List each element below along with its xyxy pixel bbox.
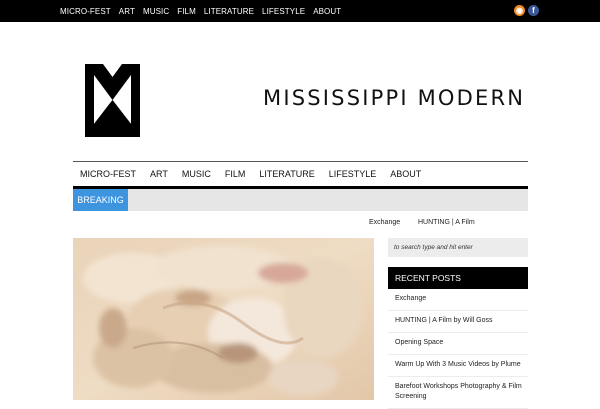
- featured-painting: [73, 238, 374, 400]
- main-nav-about[interactable]: ABOUT: [383, 169, 428, 179]
- recent-post-item[interactable]: Opening Space: [388, 333, 528, 355]
- search-input[interactable]: [388, 238, 528, 257]
- main-nav-literature[interactable]: LITERATURE: [252, 169, 321, 179]
- main-nav: MICRO-FEST ART MUSIC FILM LITERATURE LIF…: [73, 161, 528, 190]
- recent-post-item[interactable]: HUNTING | A Film by Will Goss: [388, 311, 528, 333]
- top-nav-lifestyle[interactable]: LIFESTYLE: [262, 7, 305, 16]
- recent-posts-heading: RECENT POSTS: [388, 267, 528, 289]
- site-logo[interactable]: [85, 64, 140, 142]
- main-nav-music[interactable]: MUSIC: [175, 169, 218, 179]
- recent-post-item[interactable]: Warm Up With 3 Music Videos by Plume: [388, 355, 528, 377]
- top-bar: MICRO-FEST ART MUSIC FILM LITERATURE LIF…: [0, 0, 600, 22]
- breaking-bar: BREAKING: [73, 189, 528, 211]
- main-nav-art[interactable]: ART: [143, 169, 175, 179]
- ticker-item-hunting[interactable]: HUNTING | A Film: [418, 219, 475, 226]
- top-nav: MICRO-FEST ART MUSIC FILM LITERATURE LIF…: [60, 0, 349, 22]
- main-nav-film[interactable]: FILM: [218, 169, 253, 179]
- top-nav-art[interactable]: ART: [119, 7, 135, 16]
- top-nav-literature[interactable]: LITERATURE: [204, 7, 254, 16]
- facebook-icon[interactable]: f: [528, 5, 539, 16]
- recent-post-item[interactable]: Barefoot Workshops Photography & Film Sc…: [388, 377, 528, 409]
- breaking-label: BREAKING: [73, 189, 128, 211]
- top-nav-film[interactable]: FILM: [177, 7, 196, 16]
- rss-icon[interactable]: ◉: [514, 5, 525, 16]
- featured-image[interactable]: [73, 238, 374, 400]
- main-nav-micro-fest[interactable]: MICRO-FEST: [73, 169, 143, 179]
- ticker-item-exchange[interactable]: Exchange: [369, 219, 400, 226]
- main-nav-lifestyle[interactable]: LIFESTYLE: [322, 169, 384, 179]
- site-name[interactable]: MISSISSIPPI MODERN: [263, 86, 525, 110]
- top-nav-about[interactable]: ABOUT: [313, 7, 341, 16]
- logo-mark: [85, 64, 140, 137]
- top-nav-micro-fest[interactable]: MICRO-FEST: [60, 7, 111, 16]
- recent-post-item[interactable]: Exchange: [388, 289, 528, 311]
- recent-posts-list: Exchange HUNTING | A Film by Will Goss O…: [388, 289, 528, 409]
- top-nav-music[interactable]: MUSIC: [143, 7, 169, 16]
